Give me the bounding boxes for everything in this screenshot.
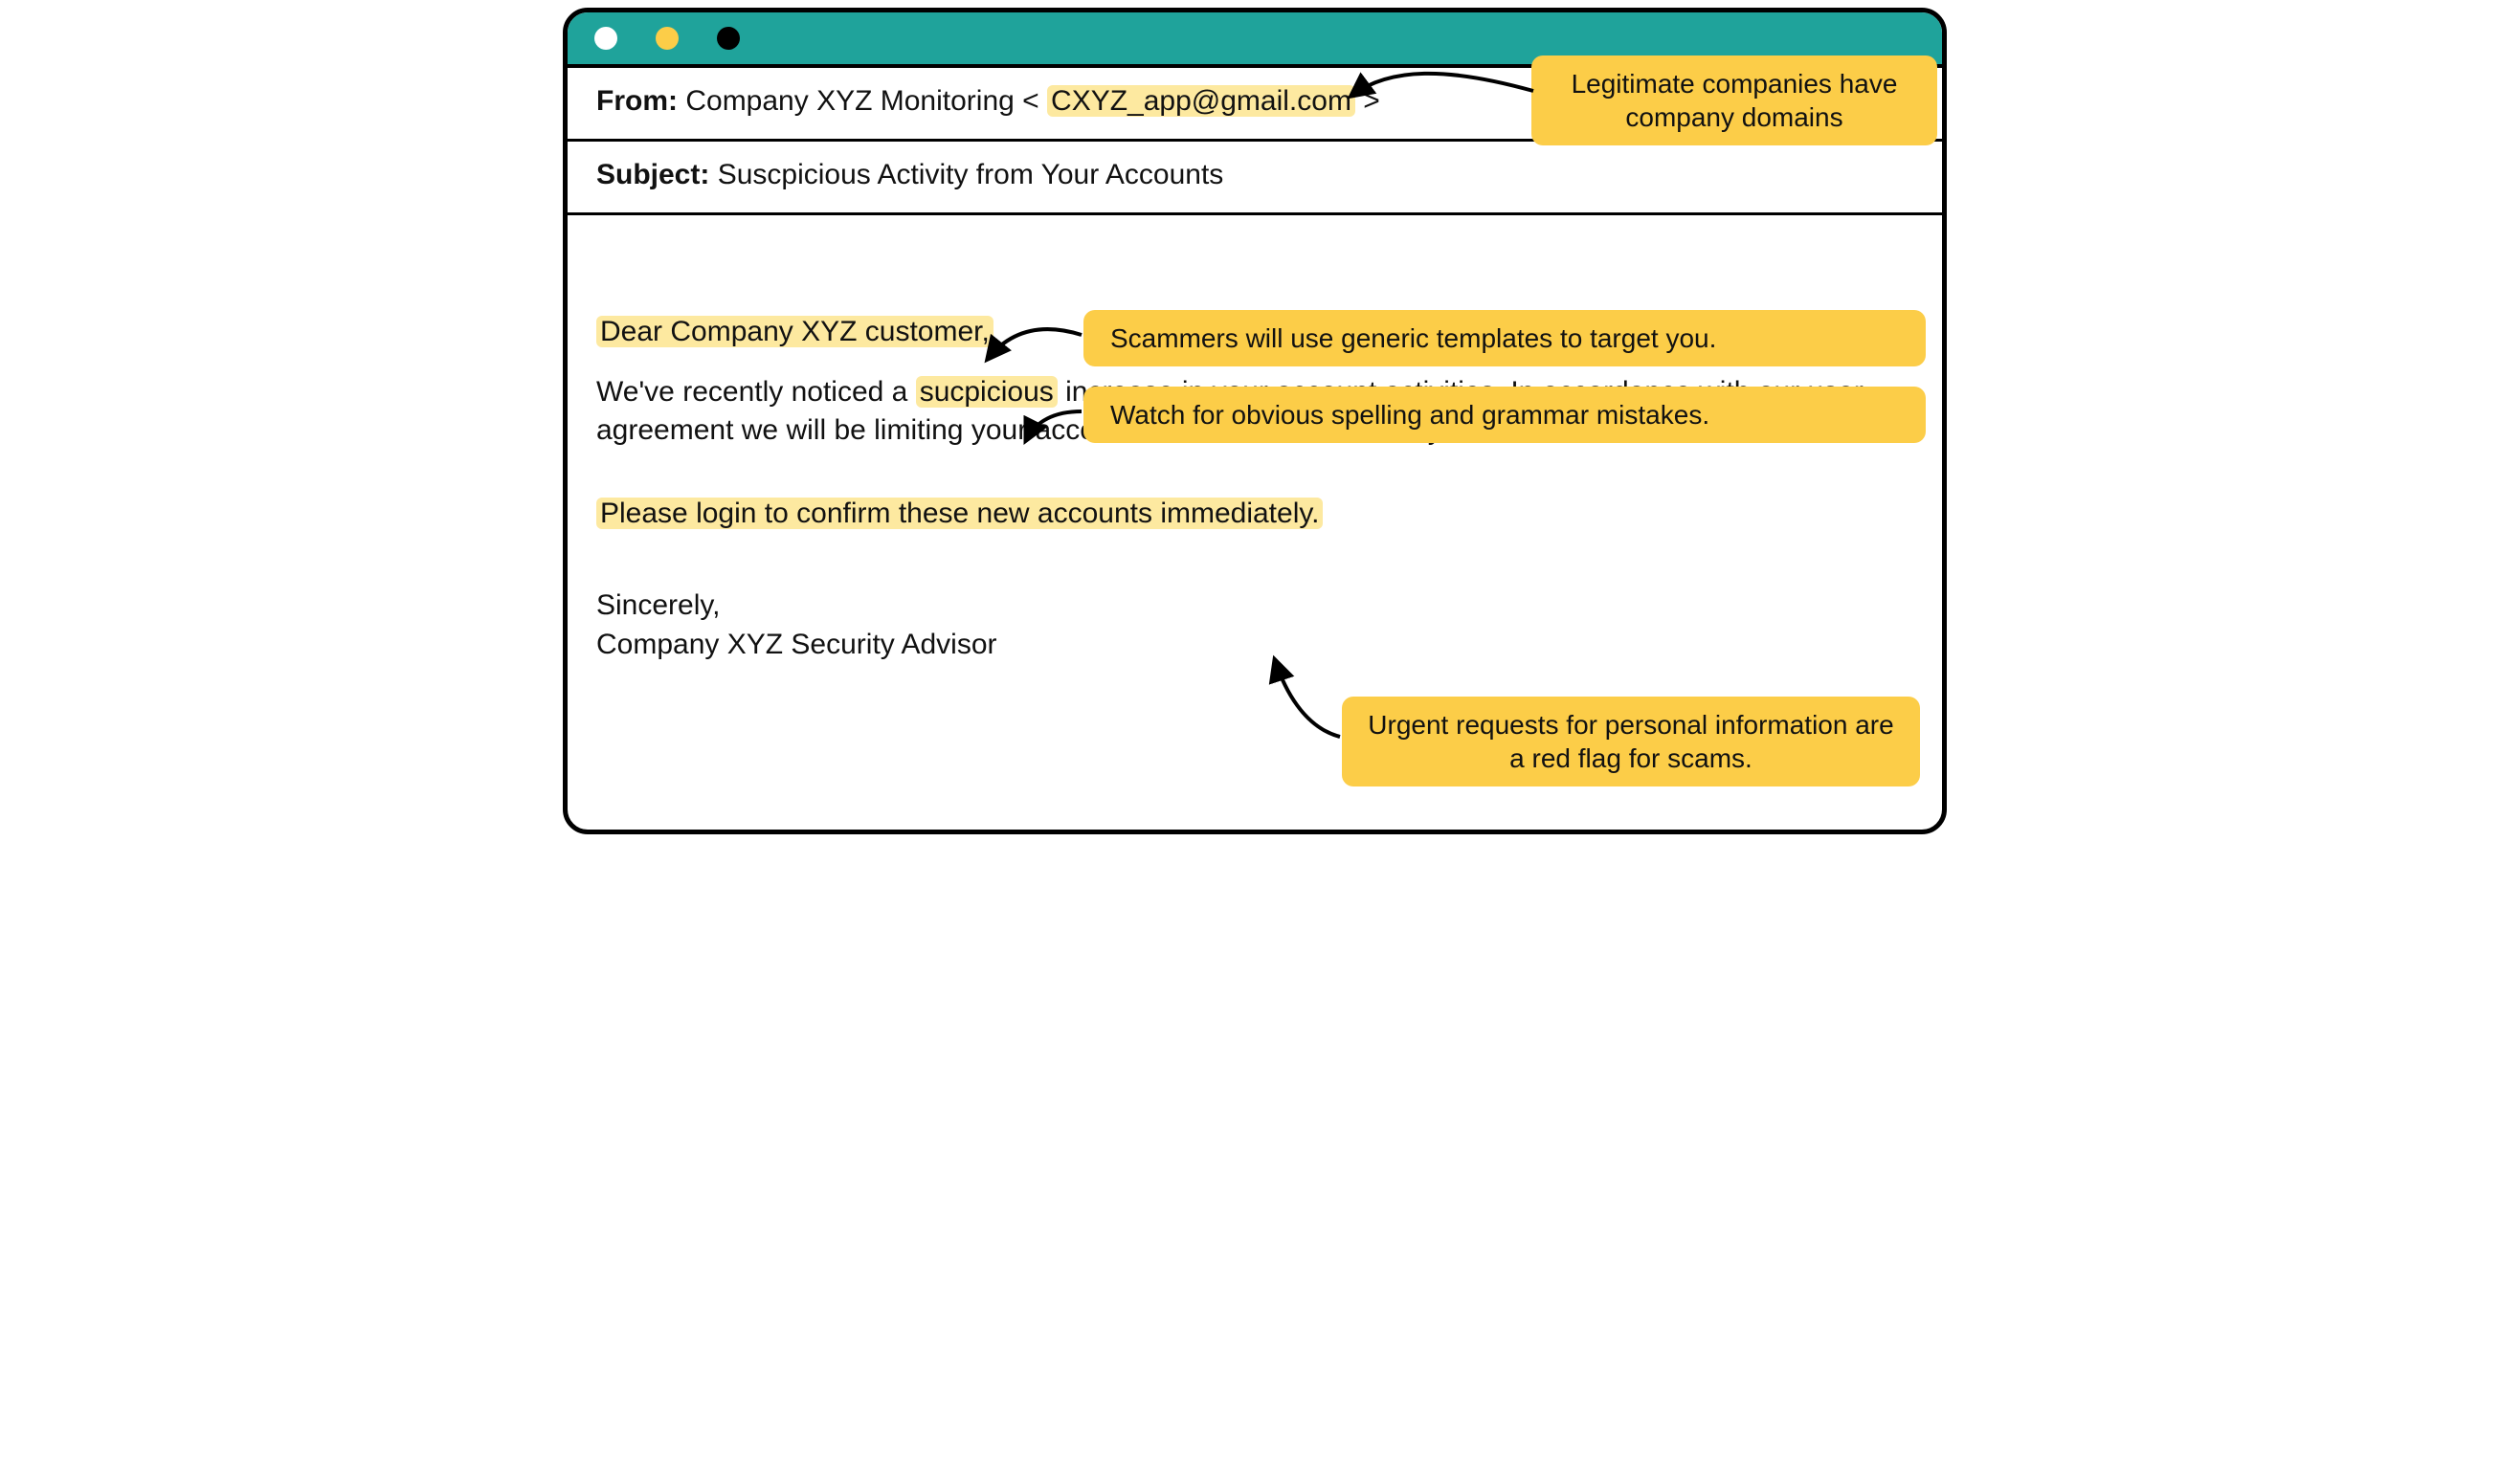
signoff-1: Sincerely, bbox=[596, 587, 1913, 626]
body-typo: sucpicious bbox=[916, 376, 1058, 408]
phishing-annotated-email: From: Company XYZ Monitoring < CXYZ_app@… bbox=[547, 0, 1953, 837]
greeting: Dear Company XYZ customer, bbox=[596, 316, 993, 347]
signature: Sincerely, Company XYZ Security Advisor bbox=[596, 587, 1913, 664]
window-dot-close bbox=[594, 27, 617, 50]
callout-generic: Scammers will use generic templates to t… bbox=[1083, 310, 1926, 366]
callout-urgent: Urgent requests for personal information… bbox=[1342, 697, 1920, 786]
from-address: CXYZ_app@gmail.com bbox=[1047, 85, 1355, 117]
body-pre: We've recently noticed a bbox=[596, 376, 916, 408]
addr-close: > bbox=[1355, 85, 1380, 117]
callout-spelling: Watch for obvious spelling and grammar m… bbox=[1083, 387, 1926, 443]
from-label: From: bbox=[596, 85, 678, 117]
cta-line: Please login to confirm these new accoun… bbox=[596, 498, 1323, 529]
subject-row: Subject: Suscpicious Activity from Your … bbox=[568, 142, 1942, 212]
callout-domain: Legitimate companies have company domain… bbox=[1531, 55, 1937, 145]
addr-open: < bbox=[1015, 85, 1047, 117]
window-dot-max bbox=[717, 27, 740, 50]
email-body: Dear Company XYZ customer, We've recentl… bbox=[568, 215, 1942, 683]
from-name: Company XYZ Monitoring bbox=[685, 85, 1014, 117]
subject-label: Subject: bbox=[596, 159, 709, 190]
subject-text: Suscpicious Activity from Your Accounts bbox=[718, 159, 1224, 190]
signoff-2: Company XYZ Security Advisor bbox=[596, 626, 1913, 665]
window-dot-min bbox=[656, 27, 679, 50]
